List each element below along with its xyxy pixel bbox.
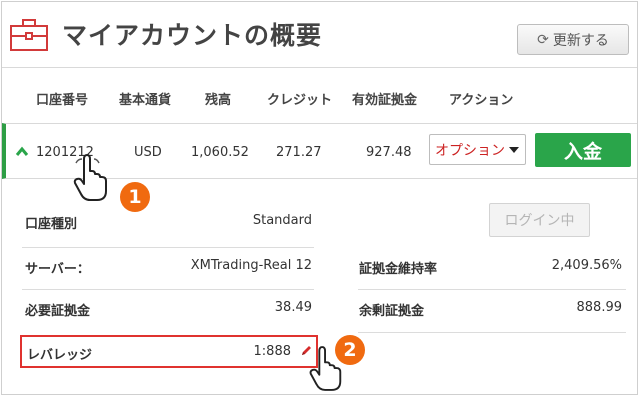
account-type-label: 口座種別 xyxy=(25,217,78,232)
divider xyxy=(358,332,626,333)
required-margin-value: 38.49 xyxy=(274,300,312,315)
pointer-hand-icon xyxy=(73,154,107,201)
divider xyxy=(22,247,314,248)
column-header-credit: クレジット xyxy=(267,93,333,108)
leverage-value: 1:888 xyxy=(253,344,291,359)
margin-level-label: 証拠金維持率 xyxy=(359,262,438,277)
refresh-label: 更新する xyxy=(552,32,609,49)
account-equity: 927.48 xyxy=(366,145,412,160)
free-margin-value: 888.99 xyxy=(576,300,623,315)
pointer-hand-icon xyxy=(309,346,342,391)
options-label: オプション xyxy=(435,142,505,159)
options-dropdown[interactable]: オプション xyxy=(429,134,526,165)
account-currency: USD xyxy=(134,145,162,160)
column-header-balance: 残高 xyxy=(205,93,232,108)
refresh-button[interactable]: ⟳ 更新する xyxy=(517,24,629,55)
page-title: マイアカウントの概要 xyxy=(62,21,323,50)
caret-down-icon xyxy=(509,147,519,153)
account-balance: 1,060.52 xyxy=(191,145,249,160)
account-type-value: Standard xyxy=(252,213,312,228)
deposit-button[interactable]: 入金 xyxy=(535,133,631,167)
free-margin-label: 余剰証拠金 xyxy=(359,304,425,319)
server-value: XMTrading-Real 12 xyxy=(190,258,312,273)
leverage-label: レバレッジ xyxy=(27,348,93,363)
step-badge-1: 1 xyxy=(120,182,150,212)
column-header-base-currency: 基本通貨 xyxy=(119,93,172,108)
panel-header: マイアカウントの概要 ⟳ 更新する xyxy=(2,2,637,68)
briefcase-icon xyxy=(10,19,48,51)
margin-level-value: 2,409.56% xyxy=(551,258,622,273)
divider xyxy=(22,289,314,290)
account-credit: 271.27 xyxy=(276,145,322,160)
column-header-equity: 有効証拠金 xyxy=(352,93,418,108)
divider xyxy=(358,289,626,290)
server-label: サーバー： xyxy=(25,262,90,277)
refresh-icon: ⟳ xyxy=(537,31,549,48)
column-header-action: アクション xyxy=(449,93,514,108)
column-header-account-number: 口座番号 xyxy=(36,93,89,108)
chevron-up-icon[interactable] xyxy=(15,146,29,158)
required-margin-label: 必要証拠金 xyxy=(25,304,91,319)
login-button[interactable]: ログイン中 xyxy=(489,203,590,237)
